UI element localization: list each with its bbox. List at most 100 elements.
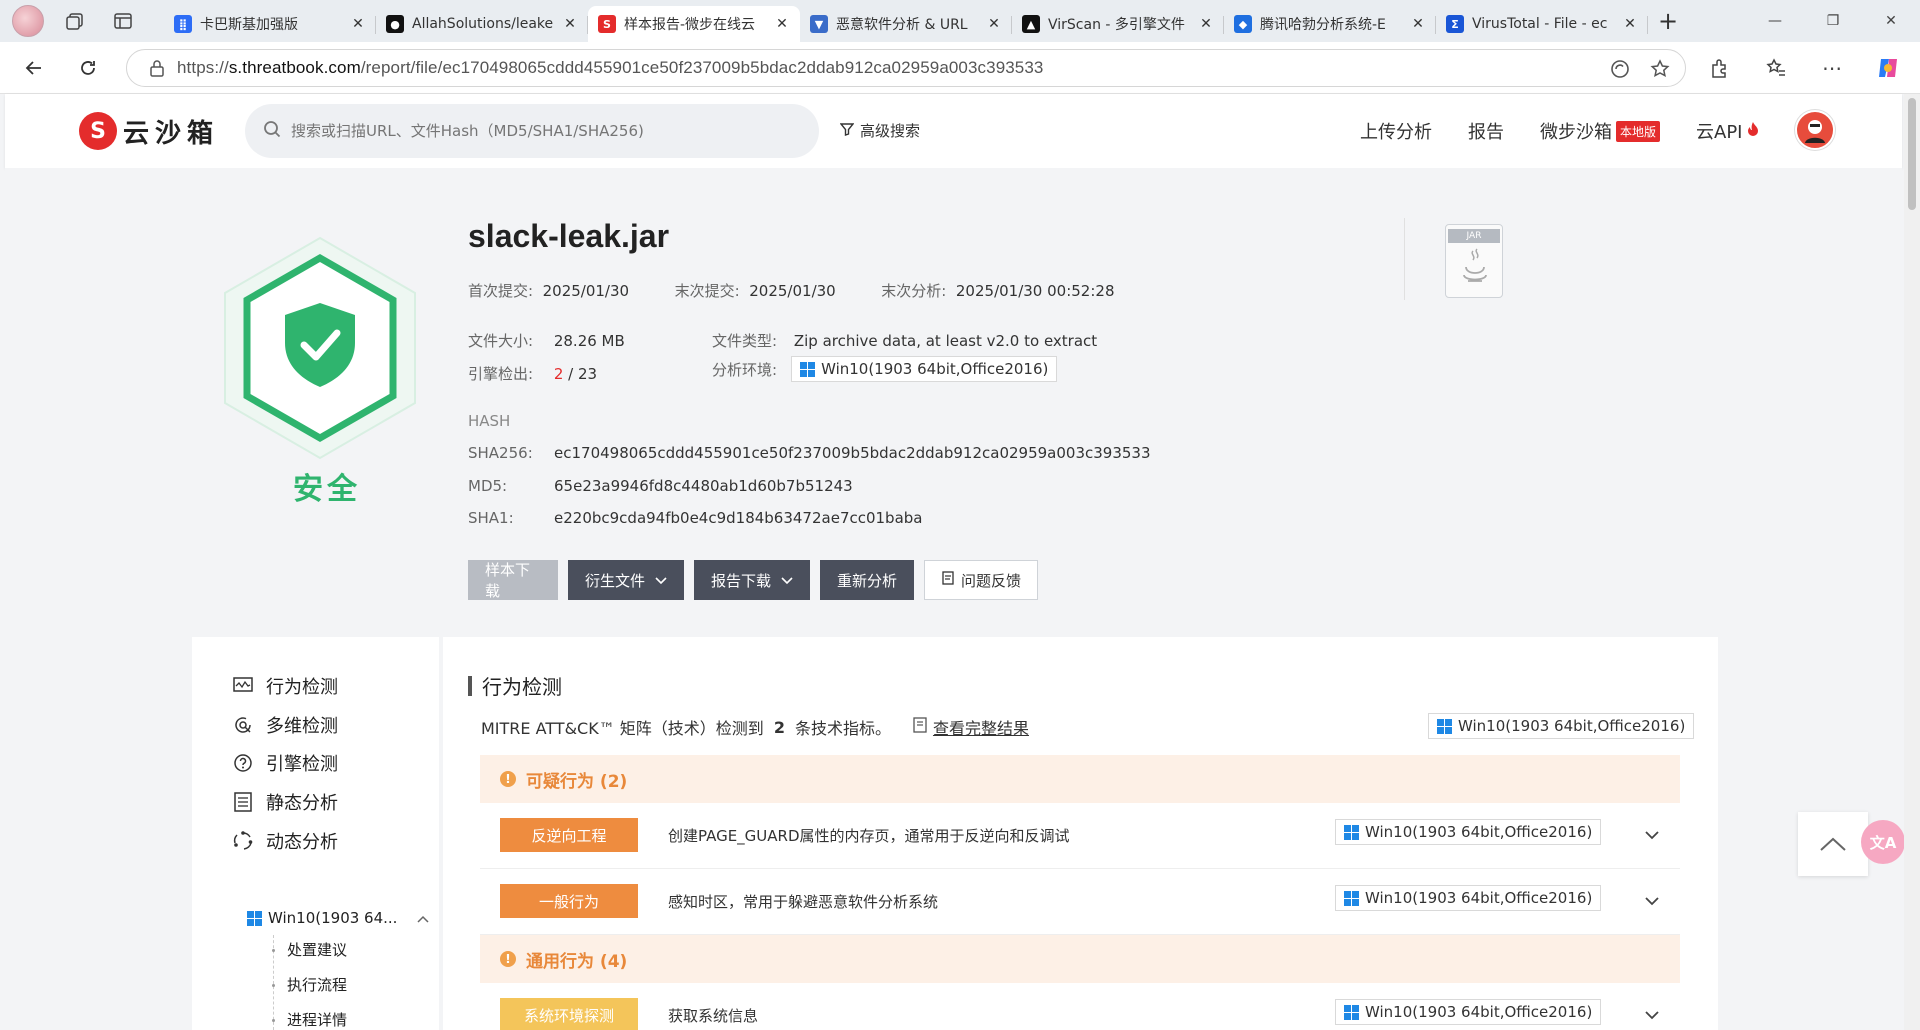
- behavior-row[interactable]: 系统环境探测 获取系统信息 Win10(1903 64bit,Office201…: [480, 983, 1680, 1030]
- close-tab-icon[interactable]: ✕: [774, 16, 790, 32]
- close-tab-icon[interactable]: ✕: [1622, 16, 1638, 32]
- sha256-row: SHA256: ec170498065cddd455901ce50f237009b…: [468, 444, 1151, 462]
- report-download-button[interactable]: 报告下载: [694, 560, 811, 600]
- sidebar-item-dynamic[interactable]: 动态分析: [232, 828, 338, 854]
- feedback-icon: [941, 571, 955, 589]
- threatbook-logo[interactable]: S 云沙箱: [79, 112, 219, 150]
- reanalyze-button[interactable]: 重新分析: [820, 560, 915, 600]
- page-scrollbar[interactable]: [1904, 94, 1920, 1030]
- sidebar-item-multidim[interactable]: 多维检测: [232, 712, 338, 738]
- nav-upload[interactable]: 上传分析: [1360, 118, 1432, 144]
- restore-button[interactable]: ❐: [1804, 0, 1862, 42]
- env-chip-label: Win10(1903 64bit,Office2016): [821, 360, 1049, 378]
- close-tab-icon[interactable]: ✕: [1410, 16, 1426, 32]
- edge-refresh-icon[interactable]: [1607, 56, 1633, 82]
- row-env-label: Win10(1903 64bit,Office2016): [1365, 889, 1593, 907]
- copilot-icon[interactable]: [1870, 50, 1906, 86]
- url-field[interactable]: https://s.threatbook.com/report/file/ec1…: [126, 49, 1686, 87]
- group-general[interactable]: ! 通用行为 (4): [480, 935, 1680, 983]
- browser-tab[interactable]: S 样本报告-微步在线云 ✕: [588, 6, 800, 42]
- nav-cloud-api-label: 云API: [1696, 122, 1743, 143]
- sidebar-leaf-process[interactable]: 进程详情: [287, 1009, 347, 1030]
- nav-cloud-api[interactable]: 云API: [1696, 118, 1758, 144]
- close-tab-icon[interactable]: ✕: [986, 16, 1002, 32]
- browser-tab[interactable]: ▼ 恶意软件分析 & URL ✕: [800, 6, 1012, 42]
- engine-row: 引擎检出: 2 / 23: [468, 363, 597, 384]
- search-input[interactable]: [291, 122, 771, 140]
- nav-weibu-sandbox[interactable]: 微步沙箱 本地版: [1540, 118, 1661, 144]
- extensions-icon[interactable]: [1702, 50, 1738, 86]
- submit-times: 首次提交: 2025/01/30 末次提交: 2025/01/30 末次分析: …: [468, 280, 1114, 301]
- close-tab-icon[interactable]: ✕: [350, 16, 366, 32]
- cycle-icon: [232, 830, 254, 852]
- browser-tab[interactable]: Σ VirusTotal - File - ec ✕: [1436, 6, 1648, 42]
- feedback-button[interactable]: 问题反馈: [924, 560, 1039, 600]
- tree-dot: [272, 1019, 275, 1022]
- derived-files-button[interactable]: 衍生文件: [568, 560, 685, 600]
- tab-title: 样本报告-微步在线云: [624, 17, 756, 33]
- reload-button[interactable]: [70, 50, 106, 86]
- chevron-down-icon[interactable]: [1640, 889, 1664, 913]
- behavior-row[interactable]: 一般行为 感知时区，常用于躲避恶意软件分析系统 Win10(1903 64bit…: [480, 869, 1680, 935]
- question-circle-icon: [232, 752, 254, 774]
- tab-actions-icon[interactable]: [106, 4, 140, 38]
- chevron-down-icon[interactable]: [1640, 1003, 1664, 1027]
- verdict-label: 安全: [293, 472, 361, 507]
- download-sample-button[interactable]: 样本下载: [468, 560, 558, 600]
- nav-report[interactable]: 报告: [1468, 118, 1504, 144]
- profile-avatar[interactable]: [12, 5, 44, 37]
- tab-favicon-icon: ▼: [810, 15, 828, 33]
- chevron-down-icon: [781, 571, 793, 589]
- browser-tab[interactable]: ⣿ 卡巴斯基加强版 ✕: [164, 6, 376, 42]
- close-tab-icon[interactable]: ✕: [562, 16, 578, 32]
- user-avatar[interactable]: [1795, 110, 1835, 150]
- tab-title: AllahSolutions/leake: [412, 16, 554, 32]
- view-full-link[interactable]: 查看完整结果: [913, 715, 1029, 739]
- chevron-down-icon[interactable]: [1640, 823, 1664, 847]
- behavior-tag: 反逆向工程: [500, 818, 638, 852]
- logo-text: 云沙箱: [123, 118, 220, 149]
- sidebar-item-label: 静态分析: [266, 793, 338, 814]
- lock-icon[interactable]: [137, 59, 177, 77]
- scrollbar-thumb[interactable]: [1908, 98, 1916, 210]
- new-tab-button[interactable]: +: [1648, 3, 1688, 39]
- file-type-row: 文件类型: Zip archive data, at least v2.0 to…: [712, 330, 1097, 351]
- engine-label: 引擎检出:: [468, 365, 534, 383]
- sidebar-item-label: 引擎检测: [266, 754, 338, 775]
- browser-tab[interactable]: ● AllahSolutions/leake ✕: [376, 6, 588, 42]
- content-env-chip[interactable]: Win10(1903 64bit,Office2016): [1428, 713, 1695, 739]
- sidebar-item-engine[interactable]: 引擎检测: [232, 750, 338, 776]
- behavior-row[interactable]: 反逆向工程 创建PAGE_GUARD属性的内存页，通常用于反逆向和反调试 Win…: [480, 803, 1680, 869]
- advanced-search-link[interactable]: 高级搜索: [839, 120, 920, 141]
- report-download-label: 报告下载: [711, 571, 772, 590]
- row-env-chip: Win10(1903 64bit,Office2016): [1335, 885, 1602, 911]
- workspaces-icon[interactable]: [58, 4, 92, 38]
- browser-tab[interactable]: ▲ VirScan - 多引擎文件 ✕: [1012, 6, 1224, 42]
- mitre-count: 2: [773, 717, 785, 737]
- sidebar-item-label: 多维检测: [266, 716, 338, 737]
- sidebar-item-static[interactable]: 静态分析: [232, 789, 338, 815]
- close-tab-icon[interactable]: ✕: [1198, 16, 1214, 32]
- back-button[interactable]: [16, 50, 52, 86]
- browser-tab[interactable]: ◆ 腾讯哈勃分析系统-E ✕: [1224, 6, 1436, 42]
- section-title: 行为检测: [468, 671, 562, 700]
- sidebar-leaf-execution[interactable]: 执行流程: [287, 974, 347, 995]
- favorites-icon[interactable]: [1758, 50, 1794, 86]
- behavior-tag: 一般行为: [500, 884, 638, 918]
- back-to-top-button[interactable]: [1798, 812, 1868, 876]
- sidebar-env-item[interactable]: Win10(1903 64...: [247, 909, 429, 927]
- search-box[interactable]: [245, 104, 819, 158]
- group-suspicious[interactable]: ! 可疑行为 (2): [480, 755, 1680, 803]
- more-menu-icon[interactable]: ⋯: [1814, 50, 1850, 86]
- warning-icon: !: [500, 951, 516, 967]
- close-window-button[interactable]: ✕: [1862, 0, 1920, 42]
- sidebar-leaf-disposal[interactable]: 处置建议: [287, 939, 347, 960]
- minimize-button[interactable]: —: [1746, 0, 1804, 42]
- sidebar-item-behavior[interactable]: 行为检测: [232, 673, 338, 699]
- engine-total: / 23: [568, 365, 598, 383]
- translate-icon[interactable]: 文A: [1861, 820, 1905, 864]
- sha1-row: SHA1: e220bc9cda94fb0e4c9d184b63472ae7cc0…: [468, 509, 923, 527]
- tab-favicon-icon: ⣿: [174, 15, 192, 33]
- last-analysis-label: 末次分析:: [881, 282, 947, 300]
- favorite-star-icon[interactable]: [1647, 56, 1673, 82]
